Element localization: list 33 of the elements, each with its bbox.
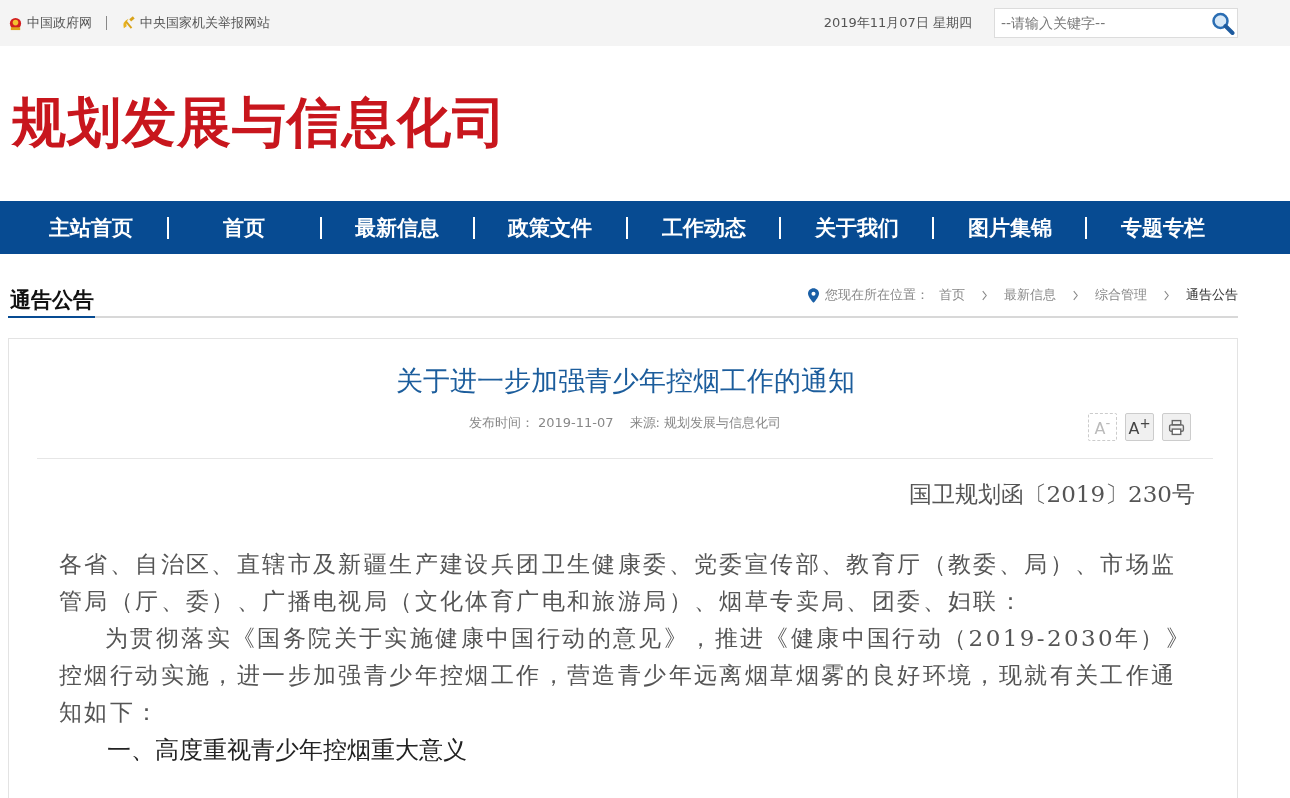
nav-link[interactable]: 政策文件 (495, 213, 606, 242)
print-button[interactable] (1162, 413, 1191, 441)
meta-text: 来源: 规划发展与信息化司 (629, 413, 782, 432)
chevron-icon (981, 289, 988, 301)
site-link[interactable]: 中国政府网 (8, 14, 92, 32)
font-size-button[interactable]: A$^{+}$ (1125, 413, 1154, 441)
site-link[interactable]: 中央国家机关举报网站 (121, 14, 270, 32)
section-heading: 一、高度重视青少年控烟重大意义 (106, 735, 468, 766)
body-paragraph: 各省、自治区、直辖市及新疆生产建设兵团卫生健康委、党委宣传部、教育厅（教委、局）、市场监管局（厅、委）、广播电视局（文化体育广电和旅游局）、烟草专卖局、团委、妇联： (59, 550, 1178, 616)
site-title: 规划发展与信息化司 (12, 90, 508, 156)
breadcrumb-link[interactable]: 综合管理 (1095, 286, 1147, 304)
breadcrumb-link[interactable]: 通告公告 (1186, 286, 1238, 304)
meta-text: 发布时间： 2019-11-07 (468, 413, 614, 432)
nav-link[interactable]: 关于我们 (801, 213, 912, 242)
nav-link[interactable]: 首页 (189, 213, 300, 242)
breadcrumb-label: 您现在所在位置： (825, 286, 929, 304)
nav-link[interactable]: 主站首页 (36, 213, 146, 242)
nav-link[interactable]: 最新信息 (342, 213, 453, 242)
emblem-icon (8, 15, 23, 31)
body-paragraph: 为贯彻落实《国务院关于实施健康中国行动的意见》，推进《健康中国行动（2019-2030年）》控烟行动实施，进一步加强青少年控烟工作，营造青少年远离烟草烟雾的良好环境，现就有关工作通知如下： (59, 624, 1193, 727)
printer-icon (1168, 418, 1185, 436)
nav-link[interactable]: 工作动态 (648, 213, 759, 242)
chevron-icon (1072, 289, 1079, 301)
nav-link[interactable]: 专题专栏 (1107, 213, 1218, 242)
nav-link[interactable]: 图片集锦 (954, 213, 1065, 242)
chevron-icon (1163, 289, 1170, 301)
breadcrumb-link[interactable]: 首页 (939, 286, 965, 304)
article-title: 关于进一步加强青少年控烟工作的通知 (394, 364, 856, 398)
date-text: 2019年11月07日 星期四 (823, 14, 972, 32)
section-title: 通告公告 (8, 286, 95, 318)
breadcrumb-link[interactable]: 最新信息 (1004, 286, 1056, 304)
location-pin-icon (808, 287, 819, 303)
document-number: 国卫规划函〔2019〕230号 (907, 480, 1195, 509)
